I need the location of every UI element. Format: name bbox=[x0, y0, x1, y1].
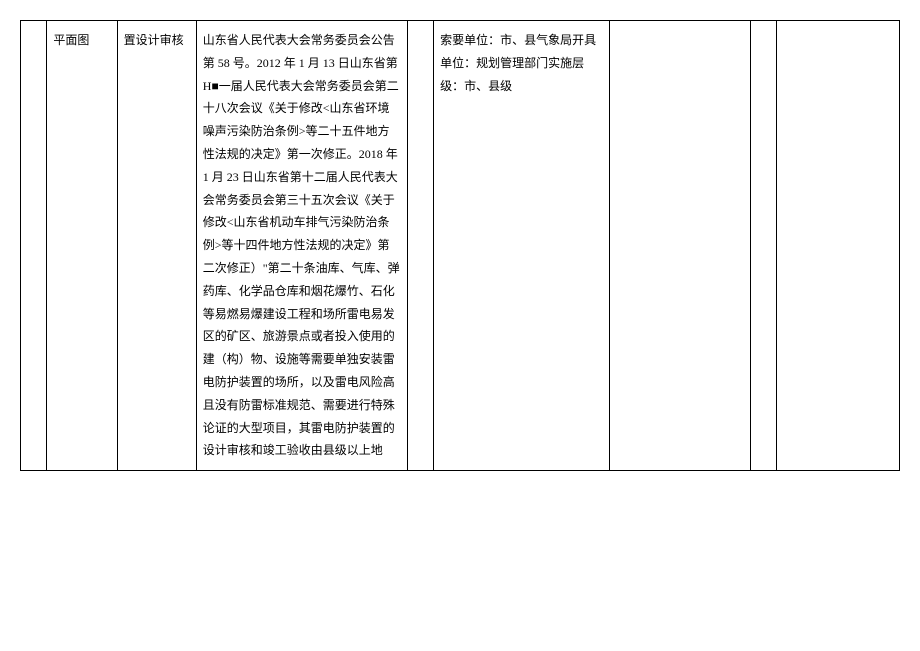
cell-col7 bbox=[609, 21, 750, 471]
document-table: 平面图 置设计审核 山东省人民代表大会常务委员会公告第 58 号。2012 年 … bbox=[20, 20, 900, 471]
cell-col3: 置设计审核 bbox=[117, 21, 196, 471]
cell-col4: 山东省人民代表大会常务委员会公告第 58 号。2012 年 1 月 13 日山东… bbox=[196, 21, 407, 471]
cell-col2: 平面图 bbox=[47, 21, 117, 471]
cell-col8 bbox=[750, 21, 776, 471]
cell-col1 bbox=[21, 21, 47, 471]
cell-col9 bbox=[776, 21, 899, 471]
cell-col6: 索要单位：市、县气象局开具单位：规划管理部门实施层级：市、县级 bbox=[434, 21, 610, 471]
table-row: 平面图 置设计审核 山东省人民代表大会常务委员会公告第 58 号。2012 年 … bbox=[21, 21, 900, 471]
cell-col5 bbox=[407, 21, 433, 471]
